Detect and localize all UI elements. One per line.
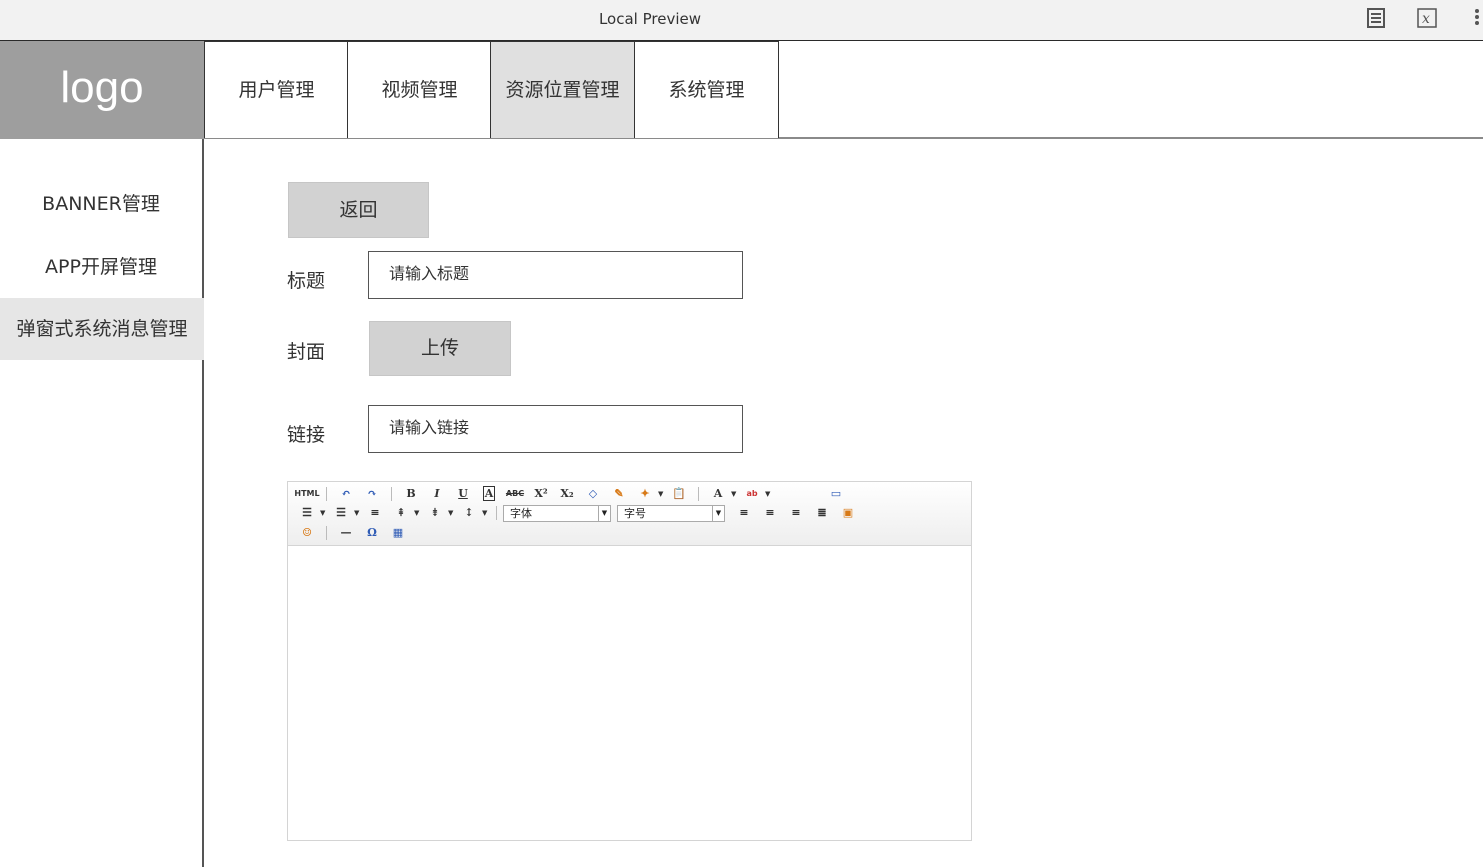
line-height-icon[interactable]: ↕	[456, 504, 482, 522]
document-icon[interactable]	[1365, 8, 1387, 30]
unordered-list-icon[interactable]: ☰	[328, 504, 354, 522]
align-right-icon[interactable]: ≡	[783, 504, 809, 522]
chevron-down-icon[interactable]: ▼	[731, 490, 739, 498]
paragraph-spacing-bottom-icon[interactable]: ⇟	[422, 504, 448, 522]
toolbar-separator	[698, 487, 699, 501]
window-title: Local Preview	[0, 10, 1300, 28]
tab-system-management[interactable]: 系统管理	[634, 41, 779, 138]
chevron-down-icon[interactable]: ▼	[448, 509, 456, 517]
editor-content-area[interactable]	[288, 546, 971, 841]
editor-toolbar: HTML ↶ ↷ B I U A ABC X² X₂ ◇ ✎ ✦ ▼ 📋 A ▼…	[288, 482, 971, 546]
subscript-icon[interactable]: X₂	[554, 485, 580, 503]
strikethrough-icon[interactable]: ABC	[502, 485, 528, 503]
window-title-text: Local Preview	[598, 10, 702, 28]
svg-text:x: x	[1422, 11, 1430, 27]
tab-video-management[interactable]: 视频管理	[347, 41, 492, 138]
chevron-down-icon: ▼	[598, 505, 610, 521]
sidebar-item-app-splash[interactable]: APP开屏管理	[0, 236, 202, 298]
special-char-icon[interactable]: Ω	[359, 524, 385, 542]
paste-text-icon[interactable]: 📋	[666, 485, 692, 503]
chevron-down-icon: ▼	[712, 505, 724, 521]
table-icon[interactable]: ▦	[385, 524, 411, 542]
chevron-down-icon[interactable]: ▼	[765, 490, 773, 498]
format-brush-icon[interactable]: ✎	[606, 485, 632, 503]
upload-button[interactable]: 上传	[369, 321, 511, 376]
sidebar-item-popup-messages[interactable]: 弹窗式系统消息管理	[0, 298, 212, 360]
paragraph-spacing-top-icon[interactable]: ⇞	[388, 504, 414, 522]
font-border-icon[interactable]: A	[476, 485, 502, 503]
window-titlebar: Local Preview x	[0, 0, 1483, 41]
top-nav: 用户管理 视频管理 资源位置管理 系统管理	[204, 41, 1483, 139]
font-size-select[interactable]: 字号 ▼	[617, 504, 725, 522]
eraser-icon[interactable]: ◇	[580, 485, 606, 503]
chevron-down-icon[interactable]: ▼	[414, 509, 422, 517]
underline-icon[interactable]: U	[450, 485, 476, 503]
bold-icon[interactable]: B	[398, 485, 424, 503]
chevron-down-icon[interactable]: ▼	[320, 509, 328, 517]
tab-resource-position-management[interactable]: 资源位置管理	[490, 41, 635, 138]
align-left-icon[interactable]: ≡	[731, 504, 757, 522]
more-icon[interactable]	[1470, 8, 1483, 30]
tab-user-management[interactable]: 用户管理	[204, 41, 349, 138]
chevron-down-icon[interactable]: ▼	[658, 490, 666, 498]
font-family-select[interactable]: 字体 ▼	[503, 504, 611, 522]
sidebar: BANNER管理 APP开屏管理 弹窗式系统消息管理	[0, 139, 212, 867]
fullscreen-icon[interactable]: ▭	[823, 485, 849, 503]
link-label: 链接	[287, 424, 326, 446]
toolbar-separator	[326, 487, 327, 501]
auto-format-icon[interactable]: ✦	[632, 485, 658, 503]
link-input[interactable]: 请输入链接	[368, 405, 743, 453]
ordered-list-icon[interactable]: ☰	[294, 504, 320, 522]
sidebar-item-banner[interactable]: BANNER管理	[0, 173, 202, 235]
toolbar-separator	[326, 526, 327, 540]
back-button[interactable]: 返回	[288, 182, 429, 238]
title-label: 标题	[287, 270, 326, 292]
toolbar-separator	[496, 506, 497, 520]
toolbar-separator	[391, 487, 392, 501]
font-color-icon[interactable]: A	[705, 485, 731, 503]
align-justify-icon[interactable]: ≣	[809, 504, 835, 522]
align-center-icon[interactable]: ≡	[757, 504, 783, 522]
chevron-down-icon[interactable]: ▼	[354, 509, 362, 517]
superscript-icon[interactable]: X²	[528, 485, 554, 503]
emoji-icon[interactable]: ☺	[294, 524, 320, 542]
title-input[interactable]: 请输入标题	[368, 251, 743, 299]
chevron-down-icon[interactable]: ▼	[482, 509, 490, 517]
undo-icon[interactable]: ↶	[333, 485, 359, 503]
horizontal-rule-icon[interactable]: —	[333, 524, 359, 542]
formula-icon[interactable]: x	[1416, 8, 1438, 30]
cover-label: 封面	[287, 341, 326, 363]
indent-icon[interactable]: ≡	[362, 504, 388, 522]
logo: logo	[0, 41, 204, 139]
highlight-color-icon[interactable]: ab	[739, 485, 765, 503]
rich-text-editor: HTML ↶ ↷ B I U A ABC X² X₂ ◇ ✎ ✦ ▼ 📋 A ▼…	[287, 481, 972, 841]
redo-icon[interactable]: ↷	[359, 485, 385, 503]
italic-icon[interactable]: I	[424, 485, 450, 503]
html-source-icon[interactable]: HTML	[294, 485, 320, 503]
image-icon[interactable]: ▣	[835, 504, 861, 522]
